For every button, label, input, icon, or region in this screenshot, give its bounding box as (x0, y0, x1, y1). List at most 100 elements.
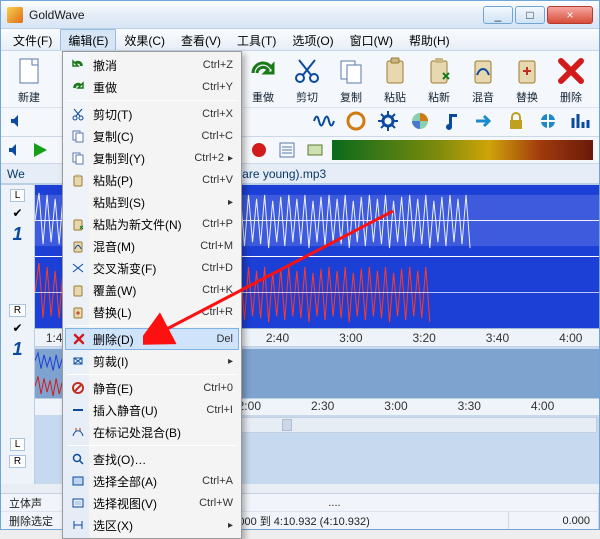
blank-icon (69, 193, 87, 211)
color-wheel-icon[interactable] (409, 110, 431, 132)
edit-menu-item-copyto[interactable]: 复制到(Y)Ctrl+2▸ (65, 147, 239, 169)
status-mode: 立体声 (1, 494, 71, 511)
speaker2-icon[interactable] (7, 142, 23, 158)
mute-r-icon[interactable]: ✔ (12, 321, 22, 335)
mute-l-icon[interactable]: ✔ (12, 206, 22, 220)
tb-paste-new[interactable]: 粘新 (417, 55, 461, 105)
edit-menu-item-xfade[interactable]: 交叉渐变(F)Ctrl+D (65, 257, 239, 279)
menu-item-label: 剪切(T) (93, 106, 202, 123)
tb-paste[interactable]: 粘贴 (373, 55, 417, 105)
minimize-button[interactable]: _ (483, 6, 513, 24)
edit-menu-item-pastenew[interactable]: 粘贴为新文件(N)Ctrl+P (65, 213, 239, 235)
submenu-arrow-icon: ▸ (228, 356, 233, 367)
edit-menu-item-delete[interactable]: 删除(D)Del (65, 328, 239, 350)
gear-icon[interactable] (377, 110, 399, 132)
tb-copy[interactable]: 复制 (329, 55, 373, 105)
edit-menu-item-mix[interactable]: 混音(M)Ctrl+M (65, 235, 239, 257)
channel-gutter: L ✔ 1 R ✔ 1 L R (1, 185, 35, 484)
delete-x-icon (555, 55, 587, 87)
menu-tools[interactable]: 工具(T) (229, 29, 284, 50)
edit-menu-item-cut[interactable]: 剪切(T)Ctrl+X (65, 103, 239, 125)
edit-menu-item-selview[interactable]: 选择视图(V)Ctrl+W (65, 492, 239, 514)
eq-icon[interactable] (569, 110, 591, 132)
menu-item-shortcut: Ctrl+Z (203, 59, 233, 71)
replace-icon (69, 303, 87, 321)
edit-menu-item-find[interactable]: 查找(O)… (65, 448, 239, 470)
wave-icon[interactable] (313, 110, 335, 132)
arrow-right-icon[interactable] (473, 110, 495, 132)
copy-icon (69, 127, 87, 145)
menu-effects[interactable]: 效果(C) (116, 29, 173, 50)
inssil-icon (69, 401, 87, 419)
maximize-button[interactable]: □ (515, 6, 545, 24)
speaker-icon[interactable] (9, 113, 25, 129)
edit-menu-item-7[interactable]: 粘贴到(S)▸ (65, 191, 239, 213)
menu-edit[interactable]: 编辑(E) (60, 29, 116, 50)
edit-menu-item-redo[interactable]: 重做Ctrl+Y (65, 76, 239, 98)
scissors-icon (291, 55, 323, 87)
clipboard-new-icon (423, 55, 455, 87)
menu-item-shortcut: Ctrl+0 (203, 382, 233, 394)
menu-item-label: 查找(O)… (93, 451, 233, 468)
mini-r-tag: R (9, 455, 26, 468)
edit-menu-item-overwrite[interactable]: 覆盖(W)Ctrl+K (65, 279, 239, 301)
tb-redo[interactable]: 重做 (241, 55, 285, 105)
mix-icon (69, 237, 87, 255)
edit-menu-item-selall[interactable]: 选择全部(A)Ctrl+A (65, 470, 239, 492)
menu-item-label: 静音(E) (93, 380, 203, 397)
menu-item-label: 选区(X) (93, 517, 224, 534)
menu-file[interactable]: 文件(F) (5, 29, 60, 50)
menu-options[interactable]: 选项(O) (284, 29, 341, 50)
scrollbar-thumb[interactable] (282, 419, 292, 431)
menu-item-label: 删除(D) (93, 331, 216, 348)
menu-item-shortcut: Del (216, 333, 233, 345)
note-icon[interactable] (441, 110, 463, 132)
tb-mix[interactable]: 混音 (461, 55, 505, 105)
redo-icon (247, 55, 279, 87)
menu-item-label: 粘贴到(S) (93, 194, 224, 211)
menu-item-label: 替换(L) (93, 304, 202, 321)
paste-icon (69, 171, 87, 189)
copyto-icon (69, 149, 87, 167)
menubar: 文件(F) 编辑(E) 效果(C) 查看(V) 工具(T) 选项(O) 窗口(W… (1, 29, 599, 51)
edit-menu-item-inssil[interactable]: 插入静音(U)Ctrl+I (65, 399, 239, 421)
markmix-icon (69, 423, 87, 441)
menu-item-label: 撤消 (93, 57, 203, 74)
record2-button[interactable] (248, 139, 270, 161)
menu-item-label: 混音(M) (93, 238, 200, 255)
channel-r-tag[interactable]: R (9, 304, 26, 317)
props-button[interactable] (276, 139, 298, 161)
lock-icon[interactable] (505, 110, 527, 132)
edit-menu-item-copy[interactable]: 复制(C)Ctrl+C (65, 125, 239, 147)
edit-menu-item-replace[interactable]: 替换(L)Ctrl+R (65, 301, 239, 323)
menu-view[interactable]: 查看(V) (173, 29, 229, 50)
menu-item-shortcut: Ctrl+X (202, 108, 233, 120)
menu-window[interactable]: 窗口(W) (342, 29, 401, 50)
play-button[interactable] (29, 139, 51, 161)
edit-menu-item-paste[interactable]: 粘贴(P)Ctrl+V (65, 169, 239, 191)
swirl-icon[interactable] (345, 110, 367, 132)
mini-l-tag: L (10, 438, 26, 451)
menu-help[interactable]: 帮助(H) (401, 29, 458, 50)
edit-menu-item-undo[interactable]: 撤消Ctrl+Z (65, 54, 239, 76)
channel-l-tag[interactable]: L (10, 189, 26, 202)
tb-delete[interactable]: 删除 (549, 55, 593, 105)
doc-tab-prefix: We (7, 167, 25, 181)
close-button[interactable]: × (547, 6, 593, 24)
tb-replace[interactable]: 替换 (505, 55, 549, 105)
edit-menu-item-selrange[interactable]: 选区(X) ▸ (65, 514, 239, 536)
menu-item-shortcut: Ctrl+C (202, 130, 233, 142)
device-button[interactable] (304, 139, 326, 161)
edit-menu-item-mute[interactable]: 静音(E)Ctrl+0 (65, 377, 239, 399)
file-new-icon (13, 55, 45, 87)
edit-menu-item-markmix[interactable]: 在标记处混合(B) (65, 421, 239, 443)
tb-cut[interactable]: 剪切 (285, 55, 329, 105)
menu-item-shortcut: Ctrl+P (202, 218, 233, 230)
tb-new[interactable]: 新建 (7, 55, 51, 105)
resize-icon[interactable] (537, 110, 559, 132)
submenu-arrow-icon: ▸ (228, 520, 233, 531)
edit-menu-item-trim[interactable]: 剪裁(I)▸ (65, 350, 239, 372)
undo-icon (69, 56, 87, 74)
clipboard-icon (379, 55, 411, 87)
edit-menu-popup: 撤消Ctrl+Z重做Ctrl+Y剪切(T)Ctrl+X复制(C)Ctrl+C复制… (62, 51, 242, 539)
